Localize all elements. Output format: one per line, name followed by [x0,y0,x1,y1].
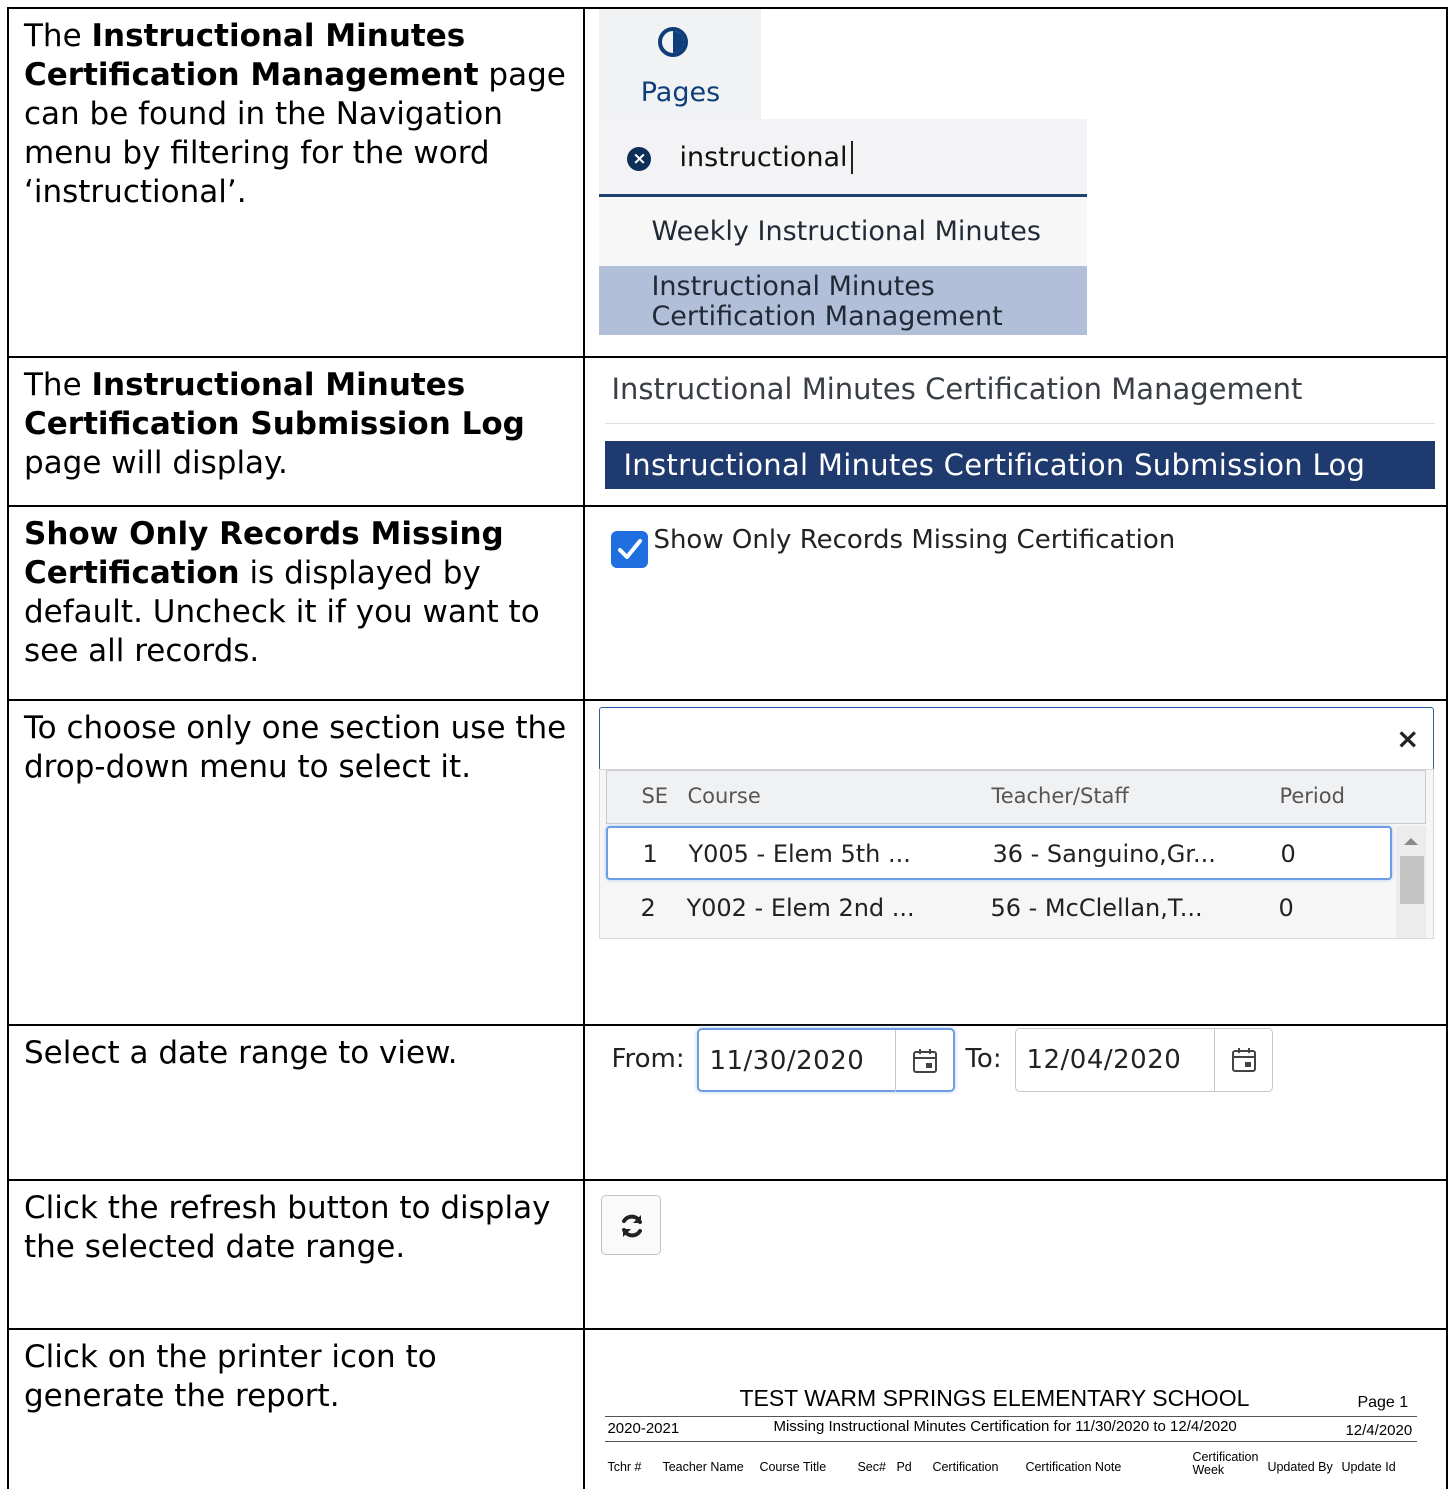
section-dropdown-input[interactable]: × [599,707,1435,771]
option-se: 2 [640,894,656,922]
instruction-text: Click on the printer icon to generate th… [24,1339,437,1414]
nav-screenshot-cell: Pages × instructional Weekly Instruction… [583,7,1448,358]
report-screenshot-cell: TEST WARM SPRINGS ELEMENTARY SCHOOL Page… [583,1328,1448,1489]
instruction-cell-4: To choose only one section use the drop-… [6,699,586,1026]
date-range-screenshot-cell: From: 11/30/2020 To: 12/04/2020 [583,1024,1448,1181]
nav-results-list: Weekly Instructional Minutes Instruction… [599,197,1088,335]
section-dropdown-list: SE Course Teacher/Staff Period 1 Y005 - … [599,769,1435,939]
instruction-text: The [24,18,92,54]
instruction-cell-3: Show Only Records Missing Certification … [6,505,586,701]
report-divider [605,1441,1418,1442]
option-course: Y002 - Elem 2nd ... [686,894,915,922]
report-subtitle: Missing Instructional Minutes Certificat… [773,1418,1237,1435]
refresh-icon [622,1214,643,1238]
column-header-se: SE [641,784,669,808]
report-col-update-id: Update Id [1341,1460,1396,1474]
scroll-thumb[interactable] [1400,856,1425,904]
nav-result-instructional-minutes-certification-management[interactable]: Instructional Minutes Certification Mana… [599,266,1088,335]
option-teacher: 56 - McClellan,T... [990,894,1203,922]
instruction-text: The [24,367,92,403]
instruction-cell-5: Select a date range to view. [6,1024,586,1181]
instruction-text: To choose only one section use the drop-… [24,710,567,785]
instruction-cell-6: Click the refresh button to display the … [6,1179,586,1330]
scroll-up-icon[interactable] [1404,838,1419,845]
to-date-value: 12/04/2020 [1026,1045,1182,1075]
instruction-text: page will display. [24,445,288,481]
dropdown-scrollbar[interactable] [1396,826,1427,938]
contrast-icon [658,27,689,57]
dropdown-option-row[interactable]: 1 Y005 - Elem 5th ... 36 - Sanguino,Gr..… [606,826,1393,880]
option-teacher: 36 - Sanguino,Gr... [992,840,1216,868]
dropdown-option-row[interactable]: 2 Y002 - Elem 2nd ... 56 - McClellan,T..… [606,882,1392,936]
report-school-year: 2020-2021 [607,1420,680,1437]
instruction-bold: Instructional Minutes Certification Mana… [24,18,479,93]
nav-result-label-line2: Certification Management [651,301,1003,332]
pages-tab[interactable]: Pages [599,9,762,119]
page-title: Instructional Minutes Certification Mana… [611,372,1303,406]
to-date-input[interactable]: 12/04/2020 [1015,1028,1274,1092]
report-col-sec: Sec# [857,1460,886,1474]
checkbox-screenshot-cell: Show Only Records Missing Certification [583,505,1448,701]
instruction-bold: Instructional Minutes Certification Subm… [24,367,525,442]
report-col-pd: Pd [896,1460,912,1474]
column-header-course: Course [687,784,761,808]
checkbox-label: Show Only Records Missing Certification [653,525,1176,555]
option-course: Y005 - Elem 5th ... [688,840,911,868]
report-col-teacher-name: Teacher Name [662,1460,744,1474]
dropdown-screenshot-cell: × SE Course Teacher/Staff Period 1 Y005 … [583,699,1448,1026]
report-col-tchr: Tchr # [607,1460,642,1474]
nav-result-weekly-instructional-minutes[interactable]: Weekly Instructional Minutes [651,217,1040,247]
report-col-course-title: Course Title [759,1460,827,1474]
report-date: 12/4/2020 [1345,1422,1413,1439]
missing-certification-checkbox[interactable]: Show Only Records Missing Certification [611,523,1209,568]
section-header-bar: Instructional Minutes Certification Subm… [605,441,1436,489]
column-header-teacher: Teacher/Staff [991,784,1129,808]
report-school-name: TEST WARM SPRINGS ELEMENTARY SCHOOL [739,1385,1250,1411]
nav-result-label-line1: Instructional Minutes [651,271,935,302]
from-label: From: [611,1044,685,1074]
from-date-value: 11/30/2020 [709,1046,865,1076]
column-header-period: Period [1279,784,1345,808]
report-col-certification-week: Certification Week [1192,1451,1258,1477]
nav-filter-value: instructional [679,141,853,174]
close-icon[interactable]: × [1396,722,1419,755]
option-se: 1 [642,840,658,868]
clear-filter-icon[interactable]: × [627,147,652,171]
report-col-certification-week-line2: Week [1192,1463,1225,1477]
report-col-certification-note: Certification Note [1025,1460,1122,1474]
report-page-number: Page 1 [1357,1394,1409,1411]
from-date-input[interactable]: 11/30/2020 [697,1028,956,1092]
instruction-cell-2: The Instructional Minutes Certification … [6,356,586,507]
refresh-screenshot-cell [583,1179,1448,1330]
refresh-button[interactable] [601,1195,662,1255]
calendar-icon[interactable] [1214,1029,1272,1091]
instruction-text: Select a date range to view. [24,1035,458,1071]
dropdown-header-row: SE Course Teacher/Staff Period [606,770,1427,824]
checkbox-checked-icon[interactable] [611,531,649,568]
instruction-cell-7: Click on the printer icon to generate th… [6,1328,586,1489]
nav-filter-input[interactable]: × instructional [599,119,1088,197]
report-col-updated-by: Updated By [1267,1460,1333,1474]
option-period: 0 [1278,894,1294,922]
option-period: 0 [1280,840,1296,868]
page-header-screenshot-cell: Instructional Minutes Certification Mana… [583,356,1448,507]
instruction-cell-1: The Instructional Minutes Certification … [6,7,586,358]
to-label: To: [965,1044,1002,1074]
pages-tab-label: Pages [640,77,721,108]
report-col-certification: Certification [932,1460,999,1474]
divider [605,423,1436,424]
report-divider [605,1416,1418,1417]
calendar-icon[interactable] [895,1030,953,1092]
instruction-text: Click the refresh button to display the … [24,1190,551,1265]
